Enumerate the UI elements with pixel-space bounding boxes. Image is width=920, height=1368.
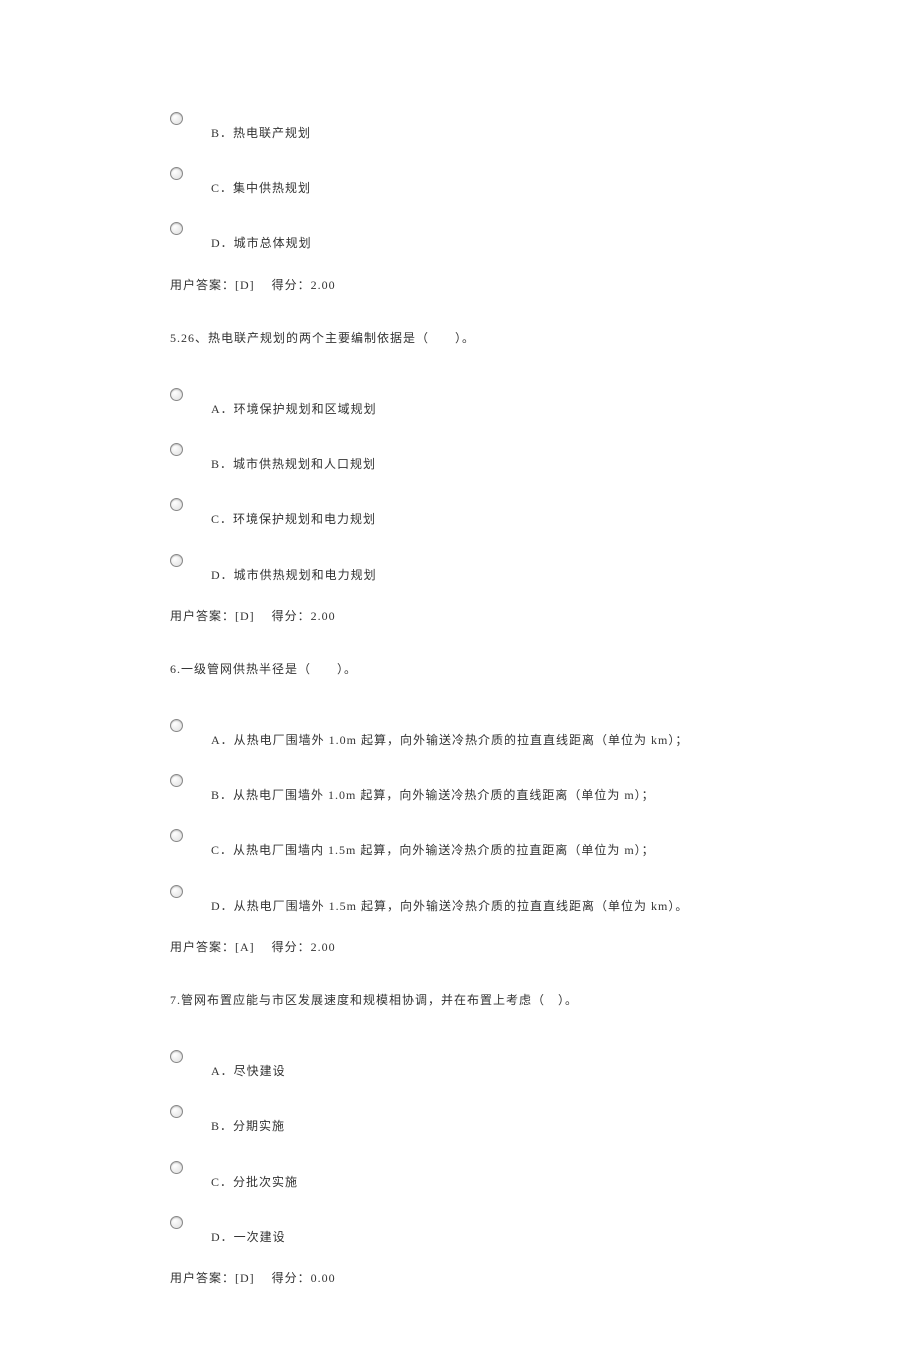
radio-icon[interactable] xyxy=(170,1161,183,1174)
answer-text: 用户答案：[D] 得分：2.00 xyxy=(170,276,750,295)
option-label: C．集中供热规划 xyxy=(211,179,311,198)
radio-icon[interactable] xyxy=(170,554,183,567)
radio-icon[interactable] xyxy=(170,443,183,456)
option-label: D．一次建设 xyxy=(211,1228,286,1247)
option-label: A．尽快建设 xyxy=(211,1062,286,1081)
radio-icon[interactable] xyxy=(170,829,183,842)
option-label: C．从热电厂围墙内 1.5m 起算，向外输送冷热介质的拉直距离（单位为 m）； xyxy=(211,841,655,860)
option-row: C．分批次实施 xyxy=(170,1159,750,1192)
radio-icon[interactable] xyxy=(170,719,183,732)
option-row: C．环境保护规划和电力规划 xyxy=(170,496,750,529)
option-label: C．分批次实施 xyxy=(211,1173,298,1192)
radio-icon[interactable] xyxy=(170,388,183,401)
question-text: 5.26、热电联产规划的两个主要编制依据是（ ）。 xyxy=(170,329,750,348)
option-label: B．城市供热规划和人口规划 xyxy=(211,455,376,474)
option-row: D．城市供热规划和电力规划 xyxy=(170,552,750,585)
option-label: C．环境保护规划和电力规划 xyxy=(211,510,376,529)
radio-icon[interactable] xyxy=(170,498,183,511)
option-label: B．从热电厂围墙外 1.0m 起算，向外输送冷热介质的直线距离（单位为 m）； xyxy=(211,786,655,805)
radio-icon[interactable] xyxy=(170,167,183,180)
option-row: B．城市供热规划和人口规划 xyxy=(170,441,750,474)
option-label: B．分期实施 xyxy=(211,1117,285,1136)
option-row: A．尽快建设 xyxy=(170,1048,750,1081)
radio-icon[interactable] xyxy=(170,1105,183,1118)
option-label: A．环境保护规划和区域规划 xyxy=(211,400,377,419)
option-label: D．从热电厂围墙外 1.5m 起算，向外输送冷热介质的拉直直线距离（单位为 km… xyxy=(211,897,688,916)
option-row: D．一次建设 xyxy=(170,1214,750,1247)
option-row: B．从热电厂围墙外 1.0m 起算，向外输送冷热介质的直线距离（单位为 m）； xyxy=(170,772,750,805)
question-text: 6.一级管网供热半径是（ ）。 xyxy=(170,660,750,679)
option-label: D．城市总体规划 xyxy=(211,234,312,253)
option-row: B．分期实施 xyxy=(170,1103,750,1136)
radio-icon[interactable] xyxy=(170,222,183,235)
option-row: C．集中供热规划 xyxy=(170,165,750,198)
radio-icon[interactable] xyxy=(170,885,183,898)
answer-text: 用户答案：[D] 得分：0.00 xyxy=(170,1269,750,1288)
option-row: A．从热电厂围墙外 1.0m 起算，向外输送冷热介质的拉直直线距离（单位为 km… xyxy=(170,717,750,750)
option-row: C．从热电厂围墙内 1.5m 起算，向外输送冷热介质的拉直距离（单位为 m）； xyxy=(170,827,750,860)
answer-text: 用户答案：[D] 得分：2.00 xyxy=(170,607,750,626)
answer-text: 用户答案：[A] 得分：2.00 xyxy=(170,938,750,957)
option-label: A．从热电厂围墙外 1.0m 起算，向外输送冷热介质的拉直直线距离（单位为 km… xyxy=(211,731,688,750)
radio-icon[interactable] xyxy=(170,1050,183,1063)
radio-icon[interactable] xyxy=(170,112,183,125)
option-label: D．城市供热规划和电力规划 xyxy=(211,566,377,585)
option-row: D．从热电厂围墙外 1.5m 起算，向外输送冷热介质的拉直直线距离（单位为 km… xyxy=(170,883,750,916)
option-row: A．环境保护规划和区域规划 xyxy=(170,386,750,419)
radio-icon[interactable] xyxy=(170,774,183,787)
option-label: B．热电联产规划 xyxy=(211,124,311,143)
option-row: D．城市总体规划 xyxy=(170,220,750,253)
radio-icon[interactable] xyxy=(170,1216,183,1229)
question-text: 7.管网布置应能与市区发展速度和规模相协调，并在布置上考虑（ ）。 xyxy=(170,991,750,1010)
option-row: B．热电联产规划 xyxy=(170,110,750,143)
